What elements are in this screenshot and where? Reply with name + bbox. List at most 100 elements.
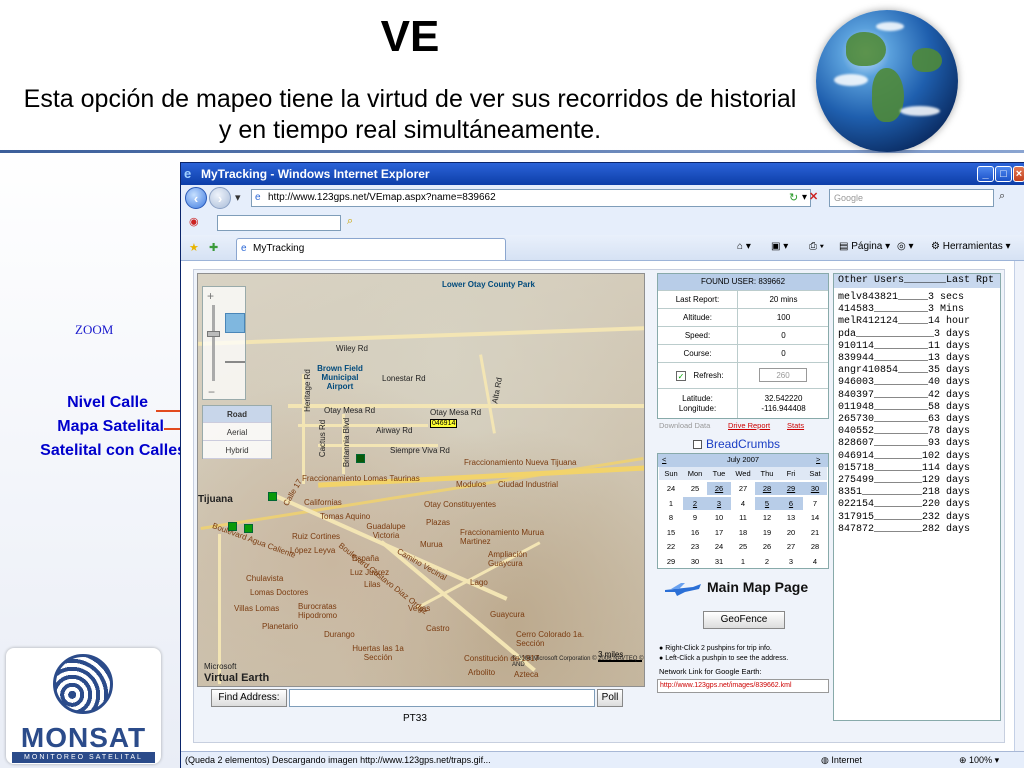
page-menu[interactable]: ▤ Página ▾ xyxy=(839,241,890,252)
calendar-day[interactable]: 25 xyxy=(683,482,707,495)
calendar-day[interactable]: 2 xyxy=(683,496,707,510)
calendar-day[interactable]: 23 xyxy=(683,540,707,553)
calendar-day[interactable]: 15 xyxy=(659,526,683,539)
search-input[interactable]: Google xyxy=(829,189,994,207)
calendar-day[interactable]: 24 xyxy=(707,540,731,553)
map-pushpin[interactable] xyxy=(356,454,365,463)
other-user-row[interactable]: 946003_________40 days xyxy=(838,377,998,389)
calendar-day[interactable]: 18 xyxy=(731,526,755,539)
other-user-row[interactable]: 847872________282 days xyxy=(838,524,998,536)
other-user-row[interactable]: 275499________129 days xyxy=(838,475,998,487)
calendar-day[interactable]: 19 xyxy=(755,526,779,539)
find-address-button[interactable]: Find Address: xyxy=(211,689,287,707)
calendar-day[interactable]: 2 xyxy=(755,555,779,568)
toolbar-logo-icon[interactable]: ◉ xyxy=(189,215,199,228)
tab-mytracking[interactable]: e MyTracking xyxy=(236,238,506,260)
window-titlebar[interactable]: e MyTracking - Windows Internet Explorer… xyxy=(181,163,1024,185)
calendar-day[interactable]: 25 xyxy=(731,540,755,553)
calendar-day[interactable]: 29 xyxy=(779,482,803,495)
other-user-row[interactable]: melR412124_____14 hour xyxy=(838,316,998,328)
calendar-day[interactable]: 22 xyxy=(659,540,683,553)
search-toolbar-icon[interactable]: ⌕ xyxy=(347,215,353,228)
calendar-day[interactable]: 20 xyxy=(779,526,803,539)
calendar-day[interactable]: 10 xyxy=(707,511,731,524)
zoom-level[interactable]: ⊕ 100% ▾ xyxy=(959,752,999,768)
birds-eye-icon[interactable] xyxy=(225,345,245,363)
stats-link[interactable]: Stats xyxy=(787,421,804,430)
calendar-day[interactable]: 27 xyxy=(731,482,755,495)
google-earth-link[interactable]: http://www.123gps.net/images/839662.kml xyxy=(657,679,829,693)
back-button[interactable]: ‹ xyxy=(185,187,207,209)
find-address-input[interactable] xyxy=(289,689,595,707)
other-user-row[interactable]: 840397_________42 days xyxy=(838,390,998,402)
other-user-row[interactable]: 022154________220 days xyxy=(838,499,998,511)
zoom-in-icon[interactable]: + xyxy=(207,289,214,303)
calendar-day[interactable]: 11 xyxy=(731,511,755,524)
calendar-day[interactable]: 31 xyxy=(707,555,731,568)
other-user-row[interactable]: 8351__________218 days xyxy=(838,487,998,499)
calendar-day[interactable]: 26 xyxy=(707,482,731,495)
drive-report-link[interactable]: Drive Report xyxy=(728,421,770,430)
calendar-day[interactable]: 28 xyxy=(803,540,827,553)
calendar-day[interactable]: 24 xyxy=(659,482,683,495)
calendar-day[interactable]: 3 xyxy=(779,555,803,568)
calendar-day[interactable]: 4 xyxy=(731,497,755,510)
calendar-day[interactable]: 9 xyxy=(683,511,707,524)
map-view-hybrid[interactable]: Hybrid xyxy=(203,442,271,459)
calendar-day[interactable]: 13 xyxy=(779,511,803,524)
calendar-day[interactable]: 30 xyxy=(683,555,707,568)
calendar-day[interactable]: 8 xyxy=(659,511,683,524)
other-user-row[interactable]: angr410854_____35 days xyxy=(838,365,998,377)
map-pushpin[interactable] xyxy=(268,492,277,501)
poll-button[interactable]: Poll xyxy=(597,689,623,707)
download-data-link[interactable]: Download Data xyxy=(659,421,710,430)
map-view-aerial[interactable]: Aerial xyxy=(203,424,271,441)
calendar-day[interactable]: 4 xyxy=(803,555,827,568)
calendar-day[interactable]: 28 xyxy=(755,482,779,495)
other-user-row[interactable]: 046914________102 days xyxy=(838,451,998,463)
refresh-checkbox[interactable]: ✓ xyxy=(676,371,686,381)
breadcrumbs-label[interactable]: BreadCrumbs xyxy=(706,437,780,451)
address-bar[interactable]: e http://www.123gps.net/VEmap.aspx?name=… xyxy=(251,189,811,207)
map-view-road[interactable]: Road xyxy=(203,406,271,423)
add-favorite-icon[interactable]: ✚ xyxy=(209,241,218,254)
calendar-next[interactable]: > xyxy=(816,455,820,464)
virtual-earth-map[interactable]: Lower Otay County Park Wiley Rd Brown Fi… xyxy=(197,273,645,687)
other-user-row[interactable]: 015718________114 days xyxy=(838,463,998,475)
breadcrumbs-checkbox[interactable] xyxy=(693,440,702,449)
other-user-row[interactable]: 265730_________63 days xyxy=(838,414,998,426)
other-user-row[interactable]: 414583_________3 Mins xyxy=(838,304,998,316)
calendar-day[interactable]: 14 xyxy=(803,511,827,524)
print-icon[interactable]: ⎙ ▾ xyxy=(809,241,824,252)
other-user-row[interactable]: 040552_________78 days xyxy=(838,426,998,438)
other-user-row[interactable]: 011948_________58 days xyxy=(838,402,998,414)
calendar-day[interactable]: 1 xyxy=(659,497,683,510)
zoom-thumb[interactable] xyxy=(207,331,220,337)
zoom-track[interactable] xyxy=(212,305,215,381)
research-icon[interactable]: ◎ ▾ xyxy=(897,241,914,252)
zoom-control[interactable]: + − xyxy=(202,286,246,400)
calendar-day[interactable]: 29 xyxy=(659,555,683,568)
map-pushpin[interactable] xyxy=(244,524,253,533)
close-button[interactable]: × xyxy=(1013,166,1024,182)
history-dropdown-icon[interactable]: ▾ xyxy=(235,191,241,204)
favorites-star-icon[interactable]: ★ xyxy=(189,241,199,254)
tools-menu[interactable]: ⚙ Herramientas ▾ xyxy=(931,241,1011,252)
calendar-day[interactable]: 3 xyxy=(707,496,731,510)
other-user-row[interactable]: pda_____________3 days xyxy=(838,329,998,341)
feeds-icon[interactable]: ▣ ▾ xyxy=(771,241,788,252)
calendar-day[interactable]: 7 xyxy=(803,497,827,510)
home-icon[interactable]: ⌂ ▾ xyxy=(737,241,751,252)
zoom-out-icon[interactable]: − xyxy=(208,385,215,399)
vertical-scrollbar[interactable] xyxy=(1014,261,1024,751)
refresh-icon[interactable]: ↻ xyxy=(789,191,798,204)
geofence-button[interactable]: GeoFence xyxy=(703,611,785,629)
calendar-day[interactable]: 1 xyxy=(731,555,755,568)
calendar-day[interactable]: 5 xyxy=(755,496,779,510)
calendar-day[interactable]: 16 xyxy=(683,526,707,539)
unit-flag-label[interactable]: 046914 xyxy=(430,419,458,428)
forward-button[interactable]: › xyxy=(209,187,231,209)
calendar-day[interactable]: 12 xyxy=(755,511,779,524)
map-pushpin[interactable] xyxy=(228,522,237,531)
other-user-row[interactable]: 828607_________93 days xyxy=(838,438,998,450)
